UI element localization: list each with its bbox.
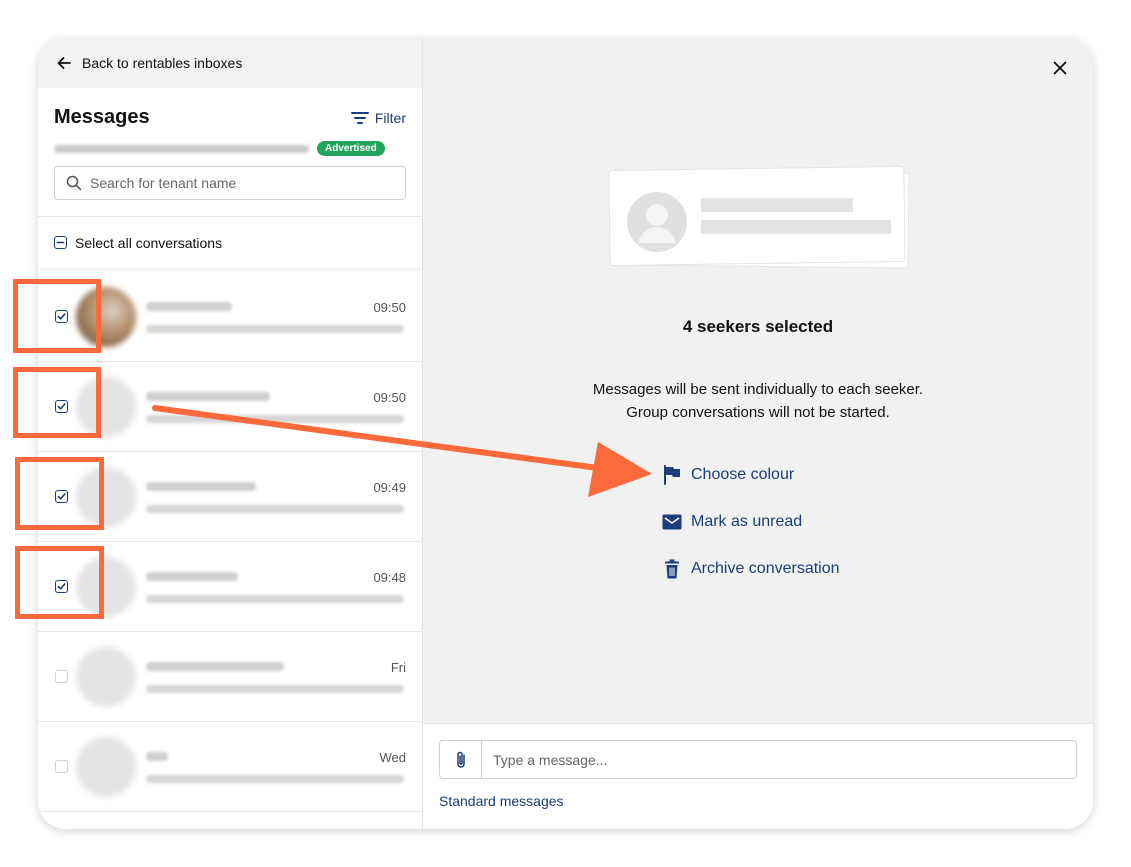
sidebar-title: Messages — [54, 106, 150, 128]
message-preview-blurred — [146, 595, 404, 603]
annotation-highlight-box — [15, 546, 104, 619]
conversation-time: 09:50 — [373, 300, 406, 315]
conversation-time: Wed — [379, 750, 407, 765]
sender-name-blurred — [146, 752, 168, 761]
close-icon — [1053, 61, 1067, 75]
message-input[interactable]: Type a message... — [439, 740, 1077, 779]
search-placeholder: Search for tenant name — [90, 175, 237, 191]
flag-icon — [662, 465, 682, 485]
action-label: Archive conversation — [691, 560, 840, 577]
conversation-checkbox[interactable] — [55, 760, 68, 773]
conversation-time: Fri — [390, 660, 406, 675]
list-item[interactable]: Wed — [38, 722, 423, 812]
conversation-checkbox[interactable] — [55, 670, 68, 683]
choose-colour-button[interactable]: Choose colour — [662, 465, 794, 485]
trash-icon — [662, 559, 682, 579]
search-icon — [66, 175, 82, 191]
sender-name-blurred — [146, 392, 270, 401]
select-all-conversations[interactable]: Select all conversations — [38, 216, 422, 268]
action-label: Mark as unread — [691, 513, 803, 530]
message-preview-blurred — [146, 775, 404, 783]
arrow-left-icon — [57, 57, 71, 69]
action-label: Choose colour — [691, 466, 795, 483]
conversation-time: 09:50 — [373, 390, 406, 405]
select-all-checkbox[interactable] — [54, 236, 67, 249]
listing-address-blurred — [54, 144, 309, 153]
message-preview-blurred — [146, 505, 404, 513]
message-input-placeholder: Type a message... — [493, 751, 608, 768]
filter-label: Filter — [374, 109, 406, 126]
conversation-time: 09:48 — [373, 570, 406, 585]
messages-app-window: Back to rentables inboxes Messages Filte… — [38, 38, 1093, 829]
annotation-highlight-box — [15, 457, 104, 530]
close-button[interactable] — [1053, 61, 1067, 80]
selected-count-title: 4 seekers selected — [682, 317, 834, 336]
annotation-highlight-box — [13, 367, 101, 438]
back-link[interactable]: Back to rentables inboxes — [38, 38, 422, 88]
select-all-label: Select all conversations — [75, 234, 223, 251]
conversation-time: 09:49 — [373, 480, 406, 495]
avatar — [76, 647, 136, 707]
archive-conversation-button[interactable]: Archive conversation — [662, 559, 840, 579]
back-link-label: Back to rentables inboxes — [82, 55, 243, 71]
message-composer: Type a message... Standard messages — [423, 723, 1093, 829]
search-input[interactable]: Search for tenant name — [54, 166, 406, 200]
info-line: Group conversations will not be started. — [626, 404, 890, 421]
sender-name-blurred — [146, 482, 256, 491]
envelope-icon — [662, 512, 682, 532]
bulk-info-text: Messages will be sent individually to ea… — [423, 378, 1093, 424]
sender-name-blurred — [146, 572, 238, 581]
info-line: Messages will be sent individually to ea… — [592, 381, 924, 398]
attachment-button[interactable] — [440, 741, 482, 778]
standard-messages-link[interactable]: Standard messages — [439, 793, 564, 809]
message-preview-blurred — [146, 685, 404, 693]
bulk-action-panel: 4 seekers selected Messages will be sent… — [423, 38, 1093, 829]
list-item[interactable]: Fri — [38, 632, 423, 722]
paperclip-icon — [456, 751, 465, 768]
message-preview-blurred — [146, 415, 404, 423]
sender-name-blurred — [146, 302, 232, 311]
message-preview-blurred — [146, 325, 404, 333]
filter-button[interactable]: Filter — [350, 109, 406, 126]
selection-illustration — [608, 165, 910, 269]
filter-icon — [350, 111, 369, 124]
status-badge: Advertised — [317, 141, 385, 156]
mark-as-unread-button[interactable]: Mark as unread — [662, 512, 802, 532]
sender-name-blurred — [146, 662, 284, 671]
avatar — [76, 737, 136, 797]
annotation-highlight-box — [13, 279, 101, 353]
